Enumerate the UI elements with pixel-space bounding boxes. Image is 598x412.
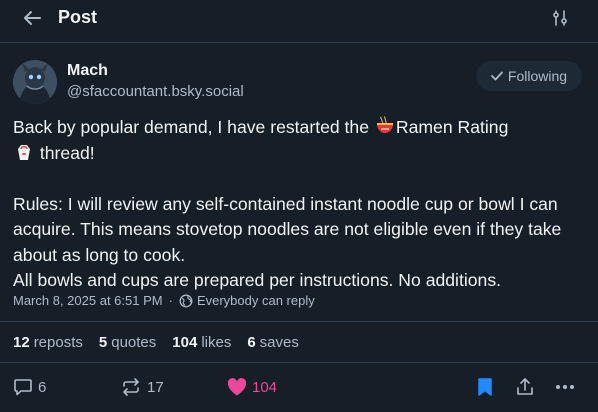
avatar[interactable] — [13, 60, 57, 104]
bookmark-icon — [477, 377, 493, 397]
separator: · — [168, 293, 173, 308]
back-button[interactable] — [18, 6, 46, 30]
following-button[interactable]: Following — [476, 61, 582, 91]
thread-settings-button[interactable] — [549, 7, 571, 29]
post-thread-view: Post Mach @sfaccountant.bsky.social Foll… — [0, 0, 598, 412]
top-bar: Post — [0, 0, 598, 43]
post-text-ramen-rating: Ramen Rating — [395, 117, 509, 137]
like-count: 104 — [252, 378, 278, 396]
post-text-intro: Back by popular demand, I have restarted… — [13, 117, 374, 137]
post-meta: March 8, 2025 at 6:51 PM · Everybody can… — [13, 293, 315, 308]
like-button[interactable]: 104 — [227, 374, 277, 400]
likes-count: 104 — [172, 334, 198, 351]
page-title: Post — [58, 7, 98, 27]
reposts-count: 12 — [13, 334, 30, 351]
repost-button[interactable]: 17 — [120, 374, 164, 400]
back-arrow-icon — [22, 10, 42, 26]
saves-count: 6 — [247, 334, 256, 351]
quotes-count: 5 — [98, 334, 108, 351]
share-icon — [515, 377, 535, 397]
reply-setting[interactable]: Everybody can reply — [197, 293, 315, 308]
reply-button[interactable]: 6 — [13, 374, 46, 400]
engagement-stats: 12 reposts 5 quotes 104 likes 6 saves — [13, 334, 299, 351]
ramen-emoji — [375, 116, 395, 136]
takeout-box-emoji — [14, 142, 34, 162]
divider — [0, 321, 598, 322]
likes-label: likes — [201, 334, 232, 351]
saves-label: saves — [259, 334, 299, 351]
following-label: Following — [507, 68, 568, 84]
repost-count: 17 — [147, 378, 164, 396]
saves-stat[interactable]: 6 saves — [247, 334, 299, 351]
more-options-button[interactable] — [555, 374, 575, 400]
globe-icon — [179, 294, 193, 308]
reply-icon — [13, 377, 33, 397]
check-icon — [491, 71, 503, 81]
reposts-label: reposts — [33, 334, 83, 351]
repost-icon — [120, 377, 142, 397]
heart-icon — [227, 378, 247, 396]
reposts-stat[interactable]: 12 reposts — [13, 334, 83, 351]
reply-count: 6 — [38, 378, 47, 396]
likes-stat[interactable]: 104 likes — [172, 334, 231, 351]
settings-sliders-icon — [552, 10, 568, 26]
divider — [0, 362, 598, 363]
post-text: Back by popular demand, I have restarted… — [13, 115, 588, 294]
share-button[interactable] — [515, 374, 535, 400]
post-text-rules: Rules: I will review any self-contained … — [13, 193, 562, 291]
author-handle[interactable]: @sfaccountant.bsky.social — [67, 83, 244, 100]
bookmark-button[interactable] — [477, 374, 493, 400]
quotes-stat[interactable]: 5 quotes — [99, 334, 156, 351]
more-icon — [555, 384, 575, 390]
quotes-label: quotes — [111, 334, 157, 351]
timestamp[interactable]: March 8, 2025 at 6:51 PM — [13, 293, 163, 308]
post-text-thread: thread! — [35, 142, 95, 163]
author-name[interactable]: Mach — [67, 62, 108, 80]
